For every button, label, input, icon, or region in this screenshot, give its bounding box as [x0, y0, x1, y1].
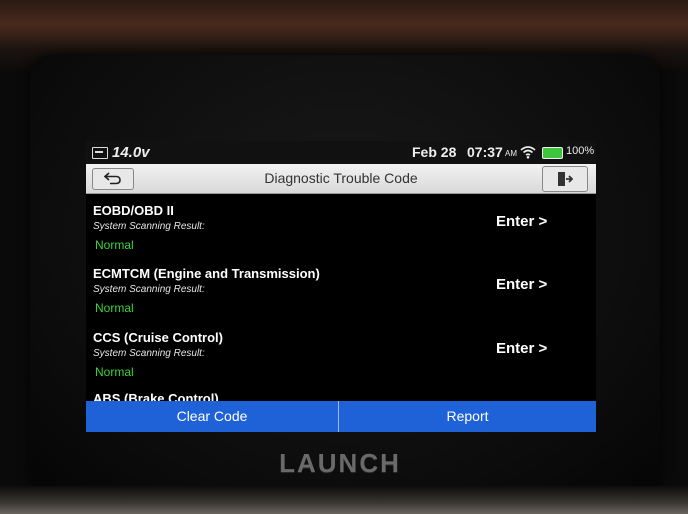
- clear-code-button[interactable]: Clear Code: [86, 401, 339, 432]
- system-list: EOBD/OBD II System Scanning Result: Norm…: [86, 193, 596, 401]
- report-button[interactable]: Report: [339, 401, 596, 432]
- title-bar: Diagnostic Trouble Code: [86, 164, 596, 194]
- back-button[interactable]: [92, 168, 134, 190]
- battery-percentage: 100%: [566, 145, 595, 157]
- enter-button[interactable]: Enter >: [496, 213, 547, 230]
- page-title: Diagnostic Trouble Code: [264, 170, 418, 186]
- device-bottom-edge: [0, 486, 688, 514]
- status-ampm: AM: [505, 149, 517, 158]
- enter-button[interactable]: Enter >: [496, 276, 547, 293]
- system-name: ECMTCM (Engine and Transmission): [93, 266, 320, 281]
- scan-result-label: System Scanning Result:: [93, 284, 205, 295]
- exit-icon: [558, 172, 573, 186]
- enter-button[interactable]: Enter >: [496, 340, 547, 357]
- scan-result-value: Normal: [95, 365, 134, 379]
- system-item-eobd: EOBD/OBD II System Scanning Result: Norm…: [86, 193, 596, 257]
- scan-result-label: System Scanning Result:: [93, 348, 205, 359]
- status-date: Feb 28: [412, 144, 457, 160]
- scan-result-value: Normal: [95, 238, 134, 252]
- system-name: CCS (Cruise Control): [93, 330, 223, 345]
- action-bar: Clear Code Report: [86, 401, 596, 432]
- wifi-icon: [520, 145, 536, 159]
- scan-result-value: Normal: [95, 301, 134, 315]
- battery-voltage-icon: [92, 147, 108, 159]
- device-screen: 14.0v Feb 28 07:37 AM 100% Diagnostic Tr…: [86, 141, 596, 432]
- status-bar: 14.0v Feb 28 07:37 AM 100%: [86, 141, 596, 164]
- device-brand-logo: LAUNCH: [279, 448, 401, 478]
- system-name: EOBD/OBD II: [93, 203, 174, 218]
- voltage-reading: 14.0v: [112, 144, 150, 161]
- exit-button[interactable]: [542, 166, 588, 192]
- battery-icon: [542, 147, 563, 159]
- system-item-ecmtcm: ECMTCM (Engine and Transmission) System …: [86, 256, 596, 320]
- back-arrow-icon: [104, 172, 121, 185]
- scan-result-label: System Scanning Result:: [93, 221, 205, 232]
- system-item-ccs: CCS (Cruise Control) System Scanning Res…: [86, 320, 596, 384]
- status-time: 07:37: [467, 144, 503, 160]
